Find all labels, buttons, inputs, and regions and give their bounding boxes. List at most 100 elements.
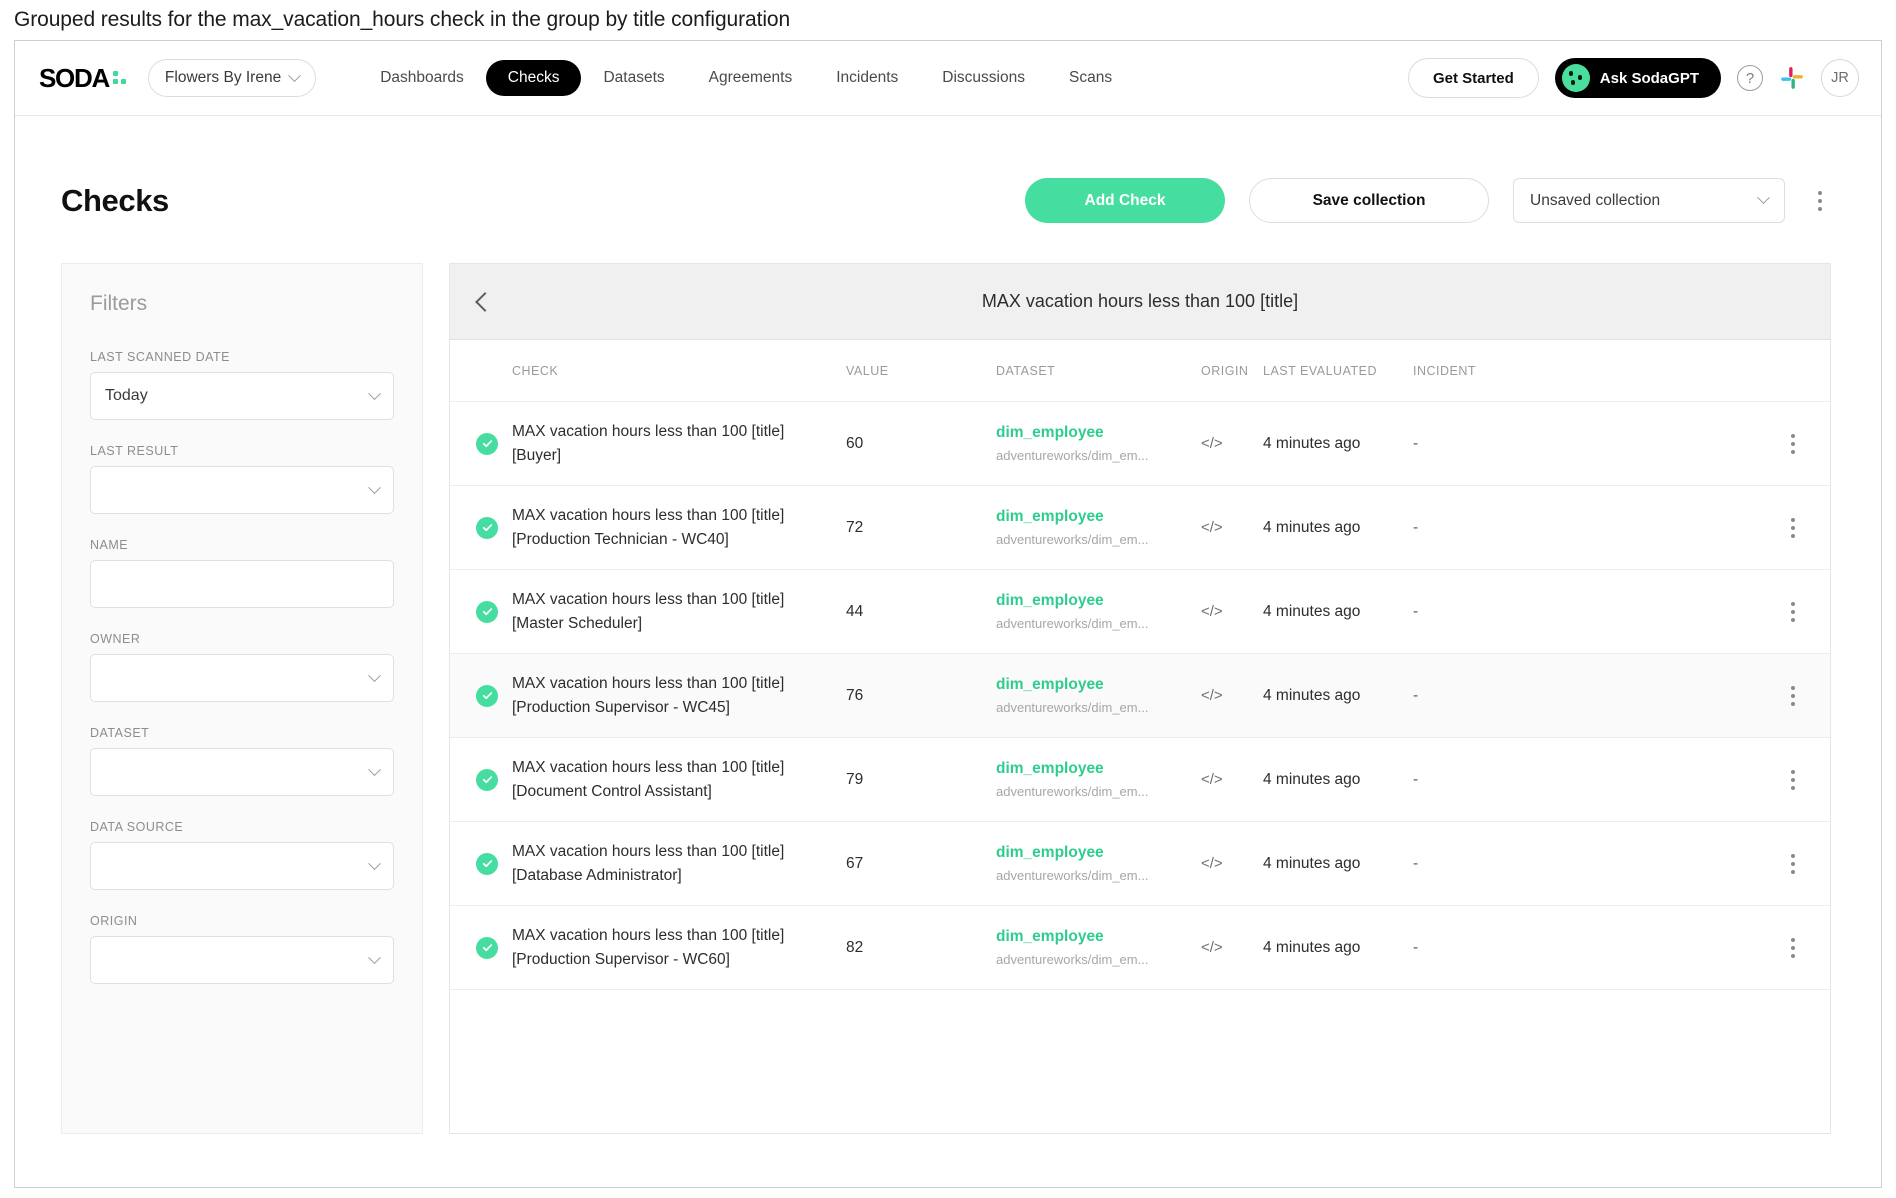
help-icon[interactable]: ? — [1737, 65, 1763, 91]
row-dataset-link[interactable]: dim_employee — [996, 592, 1201, 610]
row-origin-code-icon[interactable]: </> — [1201, 519, 1263, 536]
add-check-button[interactable]: Add Check — [1025, 178, 1225, 223]
figure-caption: Grouped results for the max_vacation_hou… — [0, 0, 1896, 40]
row-last-evaluated: 4 minutes ago — [1263, 771, 1413, 789]
row-check-name: MAX vacation hours less than 100 [title]… — [512, 588, 784, 635]
nav-item-checks[interactable]: Checks — [486, 60, 582, 96]
slack-icon[interactable] — [1779, 65, 1805, 91]
row-last-evaluated: 4 minutes ago — [1263, 687, 1413, 705]
table-row[interactable]: MAX vacation hours less than 100 [title]… — [450, 822, 1830, 906]
column-header-origin: ORIGIN — [1201, 364, 1263, 378]
row-overflow-menu-button[interactable] — [1782, 686, 1804, 706]
row-origin-code-icon[interactable]: </> — [1201, 687, 1263, 704]
org-switcher-button[interactable]: Flowers By Irene — [148, 59, 316, 97]
row-value: 82 — [846, 939, 996, 957]
row-actions-cell — [1548, 770, 1830, 790]
row-last-evaluated: 4 minutes ago — [1263, 939, 1413, 957]
row-value: 44 — [846, 603, 996, 621]
page-title: Checks — [61, 183, 169, 219]
row-last-evaluated: 4 minutes ago — [1263, 519, 1413, 537]
chevron-down-icon — [1757, 191, 1770, 204]
row-incident: - — [1413, 603, 1548, 621]
get-started-button[interactable]: Get Started — [1408, 58, 1539, 98]
row-value: 60 — [846, 435, 996, 453]
row-dataset-cell: dim_employee adventureworks/dim_em... — [996, 844, 1201, 883]
row-actions-cell — [1548, 434, 1830, 454]
row-origin-code-icon[interactable]: </> — [1201, 435, 1263, 452]
row-incident: - — [1413, 771, 1548, 789]
nav-item-discussions[interactable]: Discussions — [920, 60, 1047, 96]
filter-data-source[interactable] — [90, 842, 394, 890]
row-dataset-link[interactable]: dim_employee — [996, 928, 1201, 946]
filter-name-input[interactable] — [90, 560, 394, 608]
collection-select[interactable]: Unsaved collection — [1513, 178, 1785, 223]
column-header-last-evaluated: LAST EVALUATED — [1263, 364, 1413, 378]
table-row[interactable]: MAX vacation hours less than 100 [title]… — [450, 738, 1830, 822]
soda-logo[interactable]: SODA — [39, 63, 126, 94]
row-check-name: MAX vacation hours less than 100 [title]… — [512, 420, 784, 467]
group-banner-title: MAX vacation hours less than 100 [title] — [450, 291, 1830, 312]
row-value: 67 — [846, 855, 996, 873]
row-dataset-link[interactable]: dim_employee — [996, 424, 1201, 442]
row-dataset-cell: dim_employee adventureworks/dim_em... — [996, 760, 1201, 799]
row-last-evaluated: 4 minutes ago — [1263, 603, 1413, 621]
ask-sodagpt-button[interactable]: Ask SodaGPT — [1555, 58, 1721, 98]
filter-owner[interactable] — [90, 654, 394, 702]
row-dataset-path: adventureworks/dim_em... — [996, 784, 1201, 799]
row-incident: - — [1413, 519, 1548, 537]
row-overflow-menu-button[interactable] — [1782, 854, 1804, 874]
row-dataset-link[interactable]: dim_employee — [996, 760, 1201, 778]
sodagpt-ball-icon — [1562, 64, 1590, 92]
nav-item-dashboards[interactable]: Dashboards — [358, 60, 486, 96]
row-value: 72 — [846, 519, 996, 537]
status-pass-icon — [476, 601, 498, 623]
row-dataset-path: adventureworks/dim_em... — [996, 616, 1201, 631]
filter-dataset[interactable] — [90, 748, 394, 796]
table-row[interactable]: MAX vacation hours less than 100 [title]… — [450, 570, 1830, 654]
row-actions-cell — [1548, 518, 1830, 538]
filter-last-scanned-date[interactable]: Today — [90, 372, 394, 420]
chevron-down-icon — [288, 69, 301, 82]
page-overflow-menu-button[interactable] — [1809, 191, 1831, 211]
row-check-cell: MAX vacation hours less than 100 [title]… — [476, 840, 846, 887]
filter-origin[interactable] — [90, 936, 394, 984]
nav-item-incidents[interactable]: Incidents — [814, 60, 920, 96]
nav-item-scans[interactable]: Scans — [1047, 60, 1134, 96]
user-avatar[interactable]: JR — [1821, 59, 1859, 97]
row-origin-code-icon[interactable]: </> — [1201, 939, 1263, 956]
row-dataset-path: adventureworks/dim_em... — [996, 868, 1201, 883]
row-dataset-path: adventureworks/dim_em... — [996, 532, 1201, 547]
filter-label-data-source: DATA SOURCE — [90, 820, 394, 834]
row-origin-code-icon[interactable]: </> — [1201, 855, 1263, 872]
row-check-name: MAX vacation hours less than 100 [title]… — [512, 840, 784, 887]
row-origin-code-icon[interactable]: </> — [1201, 771, 1263, 788]
row-overflow-menu-button[interactable] — [1782, 518, 1804, 538]
row-incident: - — [1413, 855, 1548, 873]
row-check-name: MAX vacation hours less than 100 [title]… — [512, 672, 784, 719]
row-dataset-path: adventureworks/dim_em... — [996, 952, 1201, 967]
filter-last-result[interactable] — [90, 466, 394, 514]
table-row[interactable]: MAX vacation hours less than 100 [title]… — [450, 906, 1830, 990]
row-dataset-link[interactable]: dim_employee — [996, 844, 1201, 862]
row-dataset-link[interactable]: dim_employee — [996, 508, 1201, 526]
filter-label-last-result: LAST RESULT — [90, 444, 394, 458]
table-row[interactable]: MAX vacation hours less than 100 [title]… — [450, 654, 1830, 738]
row-overflow-menu-button[interactable] — [1782, 602, 1804, 622]
row-dataset-link[interactable]: dim_employee — [996, 676, 1201, 694]
row-check-cell: MAX vacation hours less than 100 [title]… — [476, 756, 846, 803]
row-origin-code-icon[interactable]: </> — [1201, 603, 1263, 620]
main-nav-links: Dashboards Checks Datasets Agreements In… — [358, 60, 1134, 96]
status-pass-icon — [476, 937, 498, 959]
save-collection-button[interactable]: Save collection — [1249, 178, 1489, 223]
column-header-check: CHECK — [476, 364, 846, 378]
filter-label-last-scanned-date: LAST SCANNED DATE — [90, 350, 394, 364]
nav-item-agreements[interactable]: Agreements — [687, 60, 815, 96]
row-overflow-menu-button[interactable] — [1782, 434, 1804, 454]
row-overflow-menu-button[interactable] — [1782, 938, 1804, 958]
table-row[interactable]: MAX vacation hours less than 100 [title]… — [450, 486, 1830, 570]
page-header: Checks Add Check Save collection Unsaved… — [15, 116, 1881, 223]
table-row[interactable]: MAX vacation hours less than 100 [title]… — [450, 402, 1830, 486]
row-dataset-cell: dim_employee adventureworks/dim_em... — [996, 508, 1201, 547]
row-overflow-menu-button[interactable] — [1782, 770, 1804, 790]
nav-item-datasets[interactable]: Datasets — [581, 60, 686, 96]
